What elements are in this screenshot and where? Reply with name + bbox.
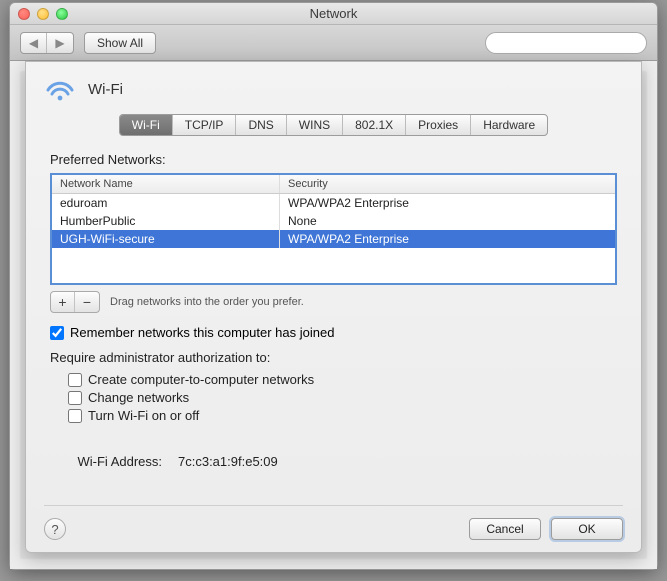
remember-networks-label: Remember networks this computer has join…: [70, 325, 334, 340]
admin-option-label: Turn Wi-Fi on or off: [88, 408, 199, 423]
traffic-lights: [10, 8, 68, 20]
toolbar: ◀ ▶ Show All: [10, 25, 657, 61]
network-security: WPA/WPA2 Enterprise: [280, 230, 615, 248]
drag-hint: Drag networks into the order you prefer.: [110, 296, 304, 308]
tab-bar: Wi-FiTCP/IPDNSWINS802.1XProxiesHardware: [119, 114, 548, 136]
tab-wi-fi[interactable]: Wi-Fi: [120, 115, 173, 135]
admin-option[interactable]: Change networks: [68, 390, 623, 405]
tab-802-1x[interactable]: 802.1X: [343, 115, 406, 135]
search-field[interactable]: [485, 32, 647, 54]
sheet-title: Wi-Fi: [88, 81, 123, 98]
admin-option-input[interactable]: [68, 409, 82, 423]
admin-option-label: Create computer-to-computer networks: [88, 372, 314, 387]
add-remove-group: + −: [50, 291, 100, 313]
network-row[interactable]: eduroamWPA/WPA2 Enterprise: [52, 194, 615, 212]
forward-button[interactable]: ▶: [47, 33, 73, 53]
sheet-footer: ? Cancel OK: [44, 505, 623, 540]
wifi-icon: [44, 76, 76, 102]
admin-option[interactable]: Turn Wi-Fi on or off: [68, 408, 623, 423]
tab-hardware[interactable]: Hardware: [471, 115, 547, 135]
tab-wins[interactable]: WINS: [287, 115, 343, 135]
window-title: Network: [10, 6, 657, 21]
admin-option-label: Change networks: [88, 390, 189, 405]
network-name: eduroam: [52, 194, 280, 212]
network-security: None: [280, 212, 615, 230]
content-area: Wi-Fi Wi-FiTCP/IPDNSWINS802.1XProxiesHar…: [10, 61, 657, 569]
table-controls: + − Drag networks into the order you pre…: [50, 291, 617, 313]
table-body: eduroamWPA/WPA2 EnterpriseHumberPublicNo…: [52, 194, 615, 248]
remove-network-button[interactable]: −: [75, 292, 99, 312]
preferred-networks-table[interactable]: Network Name Security eduroamWPA/WPA2 En…: [50, 173, 617, 285]
ok-button[interactable]: OK: [551, 518, 623, 540]
network-name: UGH-WiFi-secure: [52, 230, 280, 248]
remember-networks-checkbox[interactable]: Remember networks this computer has join…: [50, 325, 623, 340]
admin-option-input[interactable]: [68, 391, 82, 405]
network-row[interactable]: HumberPublicNone: [52, 212, 615, 230]
table-header: Network Name Security: [52, 175, 615, 194]
admin-option-input[interactable]: [68, 373, 82, 387]
nav-buttons: ◀ ▶: [20, 32, 74, 54]
zoom-window-button[interactable]: [56, 8, 68, 20]
network-preferences-window: Network ◀ ▶ Show All Wi-Fi: [9, 2, 658, 570]
preferred-networks-label: Preferred Networks:: [50, 152, 623, 167]
add-network-button[interactable]: +: [51, 292, 75, 312]
sheet-header: Wi-Fi: [44, 76, 623, 102]
col-network-name[interactable]: Network Name: [52, 175, 280, 193]
wifi-advanced-sheet: Wi-Fi Wi-FiTCP/IPDNSWINS802.1XProxiesHar…: [25, 61, 642, 553]
wifi-address-row: Wi-Fi Address: 7c:c3:a1:9f:e5:09: [50, 454, 623, 469]
close-window-button[interactable]: [18, 8, 30, 20]
tab-tcp-ip[interactable]: TCP/IP: [173, 115, 237, 135]
cancel-button[interactable]: Cancel: [469, 518, 541, 540]
network-security: WPA/WPA2 Enterprise: [280, 194, 615, 212]
network-row[interactable]: UGH-WiFi-secureWPA/WPA2 Enterprise: [52, 230, 615, 248]
remember-networks-input[interactable]: [50, 326, 64, 340]
col-security[interactable]: Security: [280, 175, 615, 193]
minimize-window-button[interactable]: [37, 8, 49, 20]
network-name: HumberPublic: [52, 212, 280, 230]
tab-dns[interactable]: DNS: [236, 115, 286, 135]
admin-option[interactable]: Create computer-to-computer networks: [68, 372, 623, 387]
show-all-button[interactable]: Show All: [84, 32, 156, 54]
admin-auth-label: Require administrator authorization to:: [50, 350, 623, 365]
titlebar: Network: [10, 3, 657, 25]
back-button[interactable]: ◀: [21, 33, 47, 53]
wifi-address-label: Wi-Fi Address:: [50, 454, 162, 469]
search-input[interactable]: [498, 36, 653, 50]
help-button[interactable]: ?: [44, 518, 66, 540]
tab-proxies[interactable]: Proxies: [406, 115, 471, 135]
wifi-address-value: 7c:c3:a1:9f:e5:09: [178, 454, 278, 469]
